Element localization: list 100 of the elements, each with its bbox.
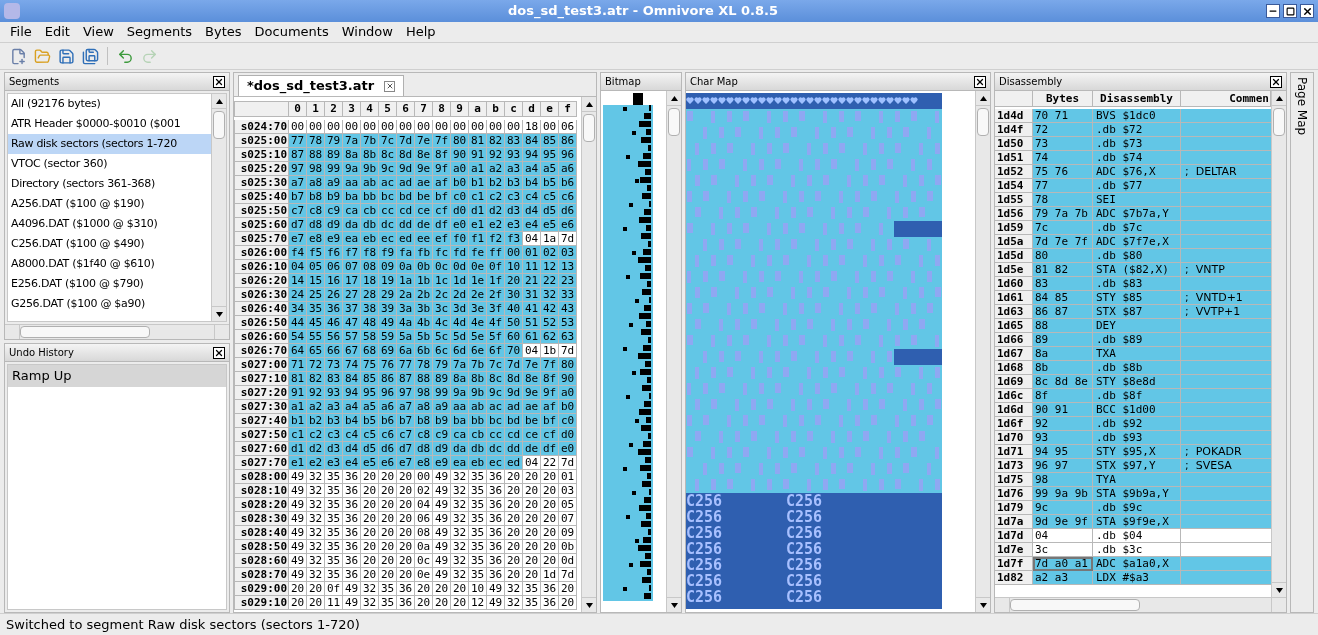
menu-item[interactable]: Bytes (199, 22, 248, 42)
scrollbar-thumb[interactable] (1010, 599, 1140, 611)
undo-item[interactable]: Ramp Up (8, 365, 226, 387)
hex-cell[interactable]: a1 (469, 162, 487, 176)
hex-cell[interactable]: da (343, 218, 361, 232)
hex-cell[interactable]: 89 (433, 372, 451, 386)
hex-cell[interactable]: ea (343, 232, 361, 246)
hex-cell[interactable]: 32 (451, 554, 469, 568)
hex-cell[interactable]: 49 (433, 470, 451, 484)
hex-cell[interactable]: 2c (433, 288, 451, 302)
hex-cell[interactable]: 49 (433, 568, 451, 582)
hex-cell[interactable]: 04 (523, 344, 541, 358)
hex-cell[interactable]: 09 (379, 260, 397, 274)
hex-cell[interactable]: c4 (523, 190, 541, 204)
hex-cell[interactable]: 49 (433, 554, 451, 568)
hex-cell[interactable]: e5 (541, 218, 559, 232)
hex-cell[interactable]: 32 (307, 484, 325, 498)
hex-cell[interactable]: 90 (559, 372, 577, 386)
disassembly-row[interactable]: 1d79 9c .db $9c (995, 501, 1271, 515)
hex-cell[interactable]: 78 (415, 358, 433, 372)
hex-cell[interactable]: 4b (415, 316, 433, 330)
hex-cell[interactable]: c1 (289, 428, 307, 442)
hex-cell[interactable]: 35 (307, 302, 325, 316)
hex-cell[interactable]: 1a (541, 232, 559, 246)
hex-cell[interactable]: 20 (505, 498, 523, 512)
hex-cell[interactable]: 32 (451, 568, 469, 582)
hex-cell[interactable]: 4f (487, 316, 505, 330)
hex-cell[interactable]: 2f (487, 288, 505, 302)
hex-cell[interactable]: 0c (433, 260, 451, 274)
hex-cell[interactable]: d2 (487, 204, 505, 218)
hex-cell[interactable]: 32 (307, 512, 325, 526)
hex-cell[interactable]: a6 (559, 162, 577, 176)
hex-cell[interactable]: de (415, 218, 433, 232)
hex-cell[interactable]: dc (487, 442, 505, 456)
hex-cell[interactable]: d4 (523, 204, 541, 218)
hex-cell[interactable]: a1 (289, 400, 307, 414)
segment-item[interactable]: C256.DAT ($100 @ $490) (8, 234, 211, 254)
hex-cell[interactable]: a9 (325, 176, 343, 190)
hex-cell[interactable]: f3 (505, 232, 523, 246)
segment-item[interactable]: ATR Header $0000-$0010 ($001 (8, 114, 211, 134)
column-header[interactable]: Disassembly (1093, 91, 1181, 107)
segment-item[interactable]: All (92176 bytes) (8, 94, 211, 114)
hex-cell[interactable]: ab (361, 176, 379, 190)
hex-cell[interactable]: 01 (559, 470, 577, 484)
hex-cell[interactable]: 14 (289, 274, 307, 288)
hex-cell[interactable]: a0 (559, 386, 577, 400)
hex-cell[interactable]: b8 (415, 414, 433, 428)
hex-cell[interactable]: ac (379, 176, 397, 190)
hex-cell[interactable]: ca (451, 428, 469, 442)
hex-cell[interactable]: 20 (505, 470, 523, 484)
hex-cell[interactable]: 77 (289, 134, 307, 148)
hex-cell[interactable]: 50 (505, 316, 523, 330)
hex-cell[interactable]: 44 (289, 316, 307, 330)
hex-cell[interactable]: f8 (361, 246, 379, 260)
hex-cell[interactable]: d8 (307, 218, 325, 232)
hex-cell[interactable]: cb (469, 428, 487, 442)
segment-item[interactable]: A256.DAT ($100 @ $190) (8, 194, 211, 214)
hex-cell[interactable]: cd (505, 428, 523, 442)
hex-cell[interactable]: 17 (343, 274, 361, 288)
hex-cell[interactable]: 28 (361, 288, 379, 302)
hex-cell[interactable]: 9b (469, 386, 487, 400)
hex-cell[interactable]: 09 (559, 526, 577, 540)
hex-cell[interactable]: 36 (343, 568, 361, 582)
hex-cell[interactable]: 88 (415, 372, 433, 386)
hex-cell[interactable]: 0e (469, 260, 487, 274)
hex-cell[interactable]: e3 (325, 456, 343, 470)
hex-cell[interactable]: 32 (451, 484, 469, 498)
hex-cell[interactable]: 3e (469, 302, 487, 316)
hex-cell[interactable]: ce (523, 428, 541, 442)
hex-cell[interactable]: 36 (487, 484, 505, 498)
segment-item[interactable]: A8000.DAT ($1f40 @ $610) (8, 254, 211, 274)
hex-cell[interactable]: 1d (541, 568, 559, 582)
disassembly-row[interactable]: 1d55 78 SEI (995, 193, 1271, 207)
hex-cell[interactable]: 20 (523, 512, 541, 526)
disassembly-row[interactable]: 1d51 74 .db $74 (995, 151, 1271, 165)
hex-cell[interactable]: 41 (523, 302, 541, 316)
hex-cell[interactable]: f4 (289, 246, 307, 260)
hex-cell[interactable]: bf (541, 414, 559, 428)
hex-cell[interactable]: 35 (325, 498, 343, 512)
hex-cell[interactable]: b0 (559, 400, 577, 414)
hex-cell[interactable]: 36 (487, 568, 505, 582)
hex-cell[interactable]: e4 (343, 456, 361, 470)
hex-cell[interactable]: 36 (343, 554, 361, 568)
hex-cell[interactable]: 9b (361, 162, 379, 176)
hex-cell[interactable]: c0 (451, 190, 469, 204)
hex-cell[interactable]: 98 (415, 386, 433, 400)
hex-cell[interactable]: 01 (523, 246, 541, 260)
hex-cell[interactable]: bf (433, 190, 451, 204)
hex-cell[interactable]: d7 (397, 442, 415, 456)
hex-cell[interactable]: 70 (505, 344, 523, 358)
hex-cell[interactable]: 39 (379, 302, 397, 316)
hex-cell[interactable]: 20 (505, 554, 523, 568)
hex-cell[interactable]: 57 (343, 330, 361, 344)
hex-cell[interactable]: 20 (397, 568, 415, 582)
segment-item[interactable]: G256.DAT ($100 @ $a90) (8, 294, 211, 314)
hex-cell[interactable]: a5 (361, 400, 379, 414)
hex-cell[interactable]: aa (451, 400, 469, 414)
hex-cell[interactable]: 20 (541, 554, 559, 568)
hex-cell[interactable]: 92 (307, 386, 325, 400)
hex-cell[interactable]: 22 (541, 274, 559, 288)
